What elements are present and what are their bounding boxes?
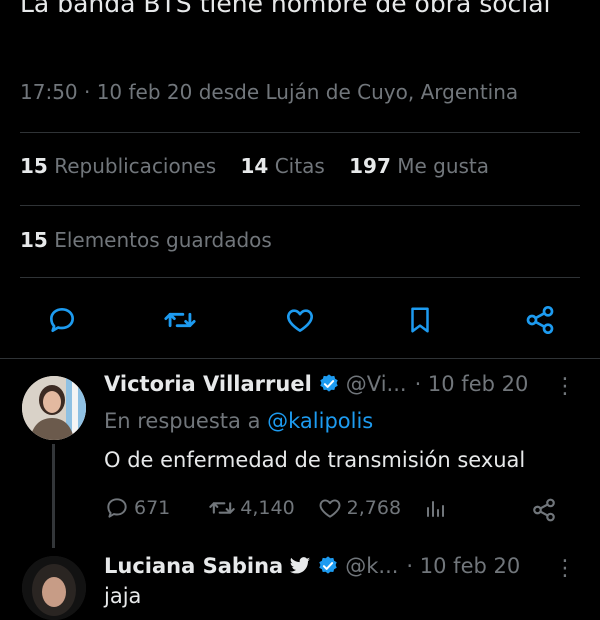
reposts-label: Republicaciones	[54, 154, 217, 178]
divider	[20, 205, 580, 206]
divider	[20, 132, 580, 133]
reply-header: Victoria Villarruel @Vi... · 10 feb 20	[104, 372, 528, 396]
divider	[0, 358, 600, 359]
reply-author-handle[interactable]: @Vi...	[346, 372, 407, 396]
reply-date[interactable]: · 10 feb 20	[415, 372, 529, 396]
avatar-image	[22, 376, 86, 440]
verified-badge-icon	[319, 556, 337, 574]
quotes-count: 14	[240, 154, 269, 178]
reply-share-button[interactable]	[528, 494, 560, 526]
thread-line	[52, 444, 55, 548]
tweet-text: La banda BTS tiene nombre de obra social	[20, 0, 551, 18]
more-options-button[interactable]: ⋮	[554, 556, 576, 581]
more-icon: ⋮	[554, 374, 576, 399]
share-icon	[526, 306, 554, 334]
reply-count-button[interactable]: 671	[104, 495, 170, 521]
avatar-image	[22, 556, 86, 620]
reply-to-line: En respuesta a @kalipolis	[104, 409, 373, 433]
reply-to-mention[interactable]: @kalipolis	[267, 409, 373, 433]
more-icon: ⋮	[554, 556, 576, 581]
reply-icon	[107, 498, 127, 518]
share-icon	[533, 498, 555, 522]
quotes-stat[interactable]: 14 Citas	[241, 154, 325, 178]
reply-author-handle[interactable]: @k...	[345, 554, 398, 578]
retweet-button[interactable]	[160, 300, 200, 340]
retweet-count: 4,140	[240, 497, 295, 519]
like-count-button[interactable]: 2,768	[317, 495, 401, 521]
analytics-icon	[427, 501, 445, 517]
like-icon	[287, 309, 313, 332]
reposts-stat[interactable]: 15 Republicaciones	[20, 154, 216, 178]
reply-author-name[interactable]: Luciana Sabina	[104, 554, 283, 578]
action-bar	[0, 300, 600, 340]
bookmarks-count: 15	[20, 228, 48, 252]
like-count: 2,768	[346, 497, 402, 519]
verified-badge-icon	[320, 374, 338, 392]
like-icon	[319, 499, 341, 518]
share-button[interactable]	[520, 300, 560, 340]
tweet-meta: 17:50 · 10 feb 20 desde Luján de Cuyo, A…	[20, 80, 519, 104]
likes-stat[interactable]: 197 Me gusta	[349, 154, 489, 178]
retweet-icon	[164, 312, 196, 328]
bird-icon	[290, 557, 311, 574]
reposts-count: 15	[20, 154, 48, 178]
quotes-label: Citas	[274, 154, 325, 178]
bookmarks-stat[interactable]: 15 Elementos guardados	[20, 228, 272, 252]
analytics-button[interactable]	[423, 496, 451, 520]
retweet-icon	[209, 502, 235, 514]
bookmark-icon	[411, 307, 429, 333]
avatar[interactable]	[22, 376, 86, 440]
bookmarks-label: Elementos guardados	[54, 228, 272, 252]
likes-count: 197	[349, 154, 391, 178]
retweet-count-button[interactable]: 4,140	[208, 494, 295, 522]
reply-header: Luciana Sabina @k... · 10 feb 20	[104, 554, 520, 578]
reply-author-name[interactable]: Victoria Villarruel	[104, 372, 312, 396]
like-button[interactable]	[280, 300, 320, 340]
more-options-button[interactable]: ⋮	[554, 374, 576, 399]
likes-label: Me gusta	[397, 154, 490, 178]
reply-text: jaja	[104, 584, 142, 608]
reply-text: O de enfermedad de transmisión sexual	[104, 448, 526, 472]
bookmark-button[interactable]	[400, 300, 440, 340]
reply-icon	[50, 308, 74, 332]
avatar[interactable]	[22, 556, 86, 620]
engagement-stats: 15 Republicaciones 14 Citas 197 Me gusta	[20, 154, 507, 178]
reply-button[interactable]	[42, 300, 82, 340]
reply-count: 671	[134, 497, 171, 519]
divider	[20, 277, 580, 278]
reply-action-bar: 671 4,140 2,768	[104, 494, 473, 522]
reply-date[interactable]: · 10 feb 20	[406, 554, 520, 578]
reply-to-prefix: En respuesta a	[104, 409, 261, 433]
